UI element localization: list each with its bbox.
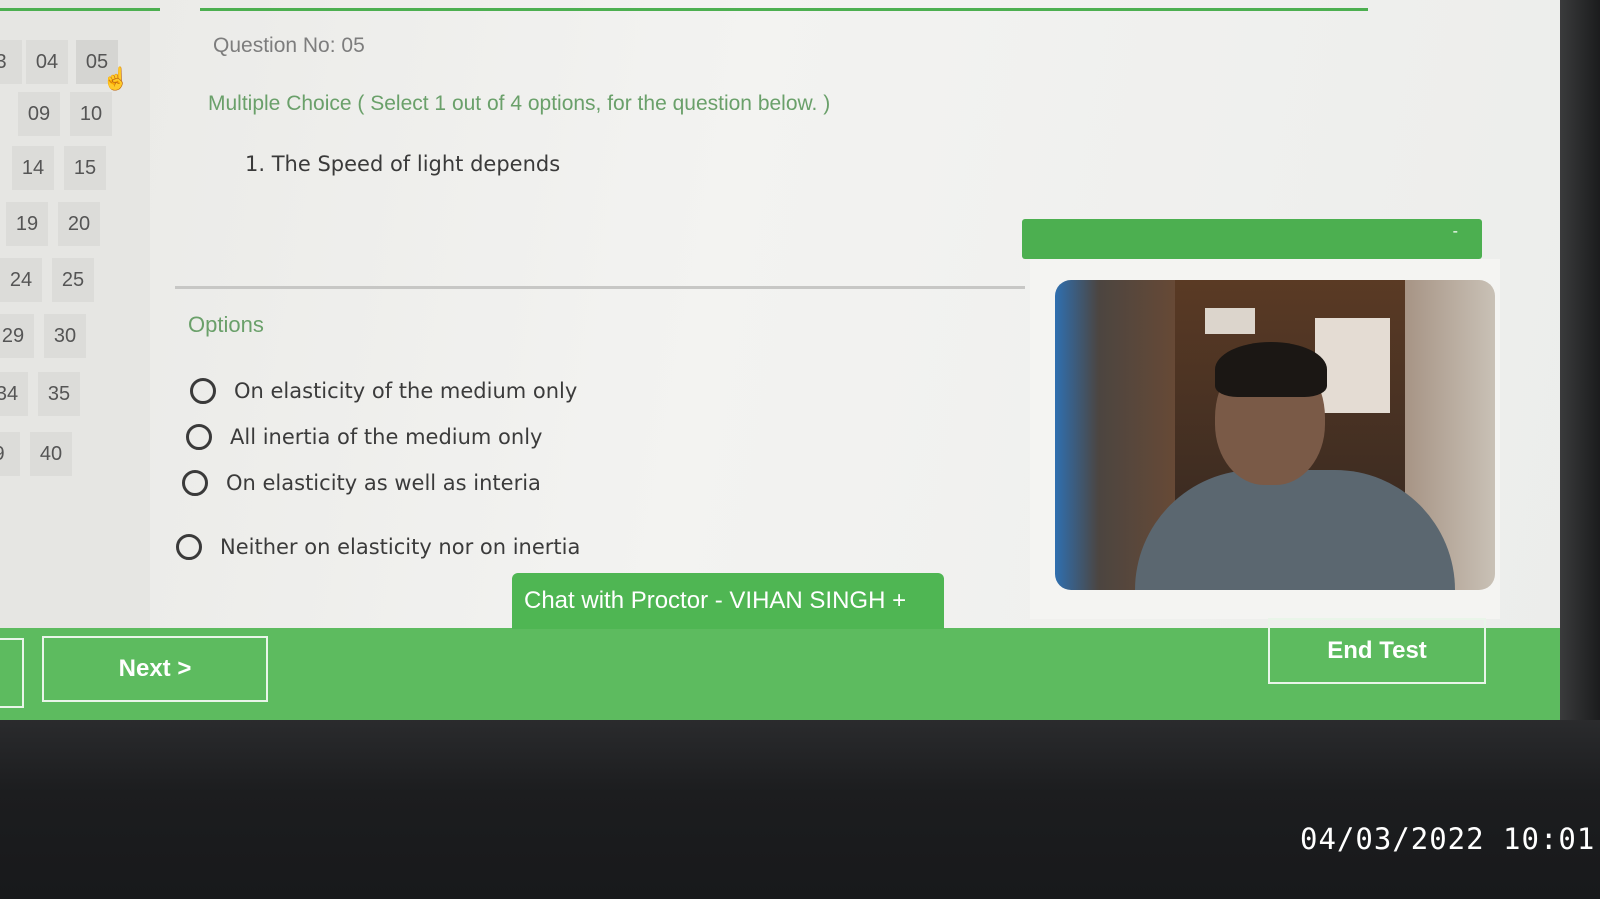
question-number-04[interactable]: 04: [26, 40, 68, 84]
webcam-feed: [1055, 280, 1495, 590]
previous-button[interactable]: [0, 638, 24, 708]
monitor-bezel-right: [1560, 0, 1600, 720]
radio-button-option-1[interactable]: [190, 378, 216, 404]
question-number-25[interactable]: 25: [52, 258, 94, 302]
exam-screen: 3 04 05 09 10 14 15 19 20 24 25 29 30 34…: [0, 0, 1560, 720]
photo-timestamp: 04/03/2022 10:01: [1300, 822, 1596, 856]
option-2[interactable]: All inertia of the medium only: [186, 424, 542, 450]
option-3-label: On elasticity as well as interia: [226, 471, 541, 495]
proctor-video-header: -: [1022, 219, 1482, 259]
minimize-icon[interactable]: -: [1453, 223, 1458, 241]
question-number-20[interactable]: 20: [58, 202, 100, 246]
question-number-29[interactable]: 29: [0, 314, 34, 358]
monitor-bezel-bottom: [0, 720, 1600, 899]
question-number-09[interactable]: 09: [18, 92, 60, 136]
option-1[interactable]: On elasticity of the medium only: [190, 378, 577, 404]
question-number-35[interactable]: 35: [38, 372, 80, 416]
webcam-background-poster: [1205, 308, 1255, 334]
question-number-10[interactable]: 10: [70, 92, 112, 136]
question-number-39[interactable]: 9: [0, 432, 20, 476]
question-navigator: 3 04 05 09 10 14 15 19 20 24 25 29 30 34…: [0, 0, 160, 630]
webcam-person-hair: [1215, 342, 1327, 397]
radio-button-option-3[interactable]: [182, 470, 208, 496]
option-1-label: On elasticity of the medium only: [234, 379, 578, 403]
options-title: Options: [188, 312, 264, 337]
chat-with-proctor-tab[interactable]: Chat with Proctor - VIHAN SINGH +: [512, 573, 944, 629]
hand-cursor-icon: ☝: [102, 66, 130, 91]
navigator-top-line: [0, 8, 160, 11]
end-test-button[interactable]: End Test: [1268, 618, 1486, 684]
question-number-34[interactable]: 34: [0, 372, 28, 416]
radio-button-option-2[interactable]: [186, 424, 212, 450]
radio-button-option-4[interactable]: [176, 534, 202, 560]
question-text: 1. The Speed of light depends: [245, 152, 561, 176]
question-type-label: Multiple Choice ( Select 1 out of 4 opti…: [208, 92, 831, 115]
next-button[interactable]: Next >: [42, 636, 268, 702]
option-4-label: Neither on elasticity nor on inertia: [220, 535, 581, 559]
option-3[interactable]: On elasticity as well as interia: [182, 470, 541, 496]
question-number-14[interactable]: 14: [12, 146, 54, 190]
question-number-19[interactable]: 19: [6, 202, 48, 246]
question-number-24[interactable]: 24: [0, 258, 42, 302]
question-number-40[interactable]: 40: [30, 432, 72, 476]
question-number-03[interactable]: 3: [0, 40, 22, 84]
option-4[interactable]: Neither on elasticity nor on inertia: [176, 534, 580, 560]
question-number-label: Question No: 05: [213, 34, 365, 57]
option-2-label: All inertia of the medium only: [230, 425, 543, 449]
question-divider: [175, 286, 1025, 289]
question-number-30[interactable]: 30: [44, 314, 86, 358]
main-top-line: [200, 8, 1368, 11]
question-number-15[interactable]: 15: [64, 146, 106, 190]
